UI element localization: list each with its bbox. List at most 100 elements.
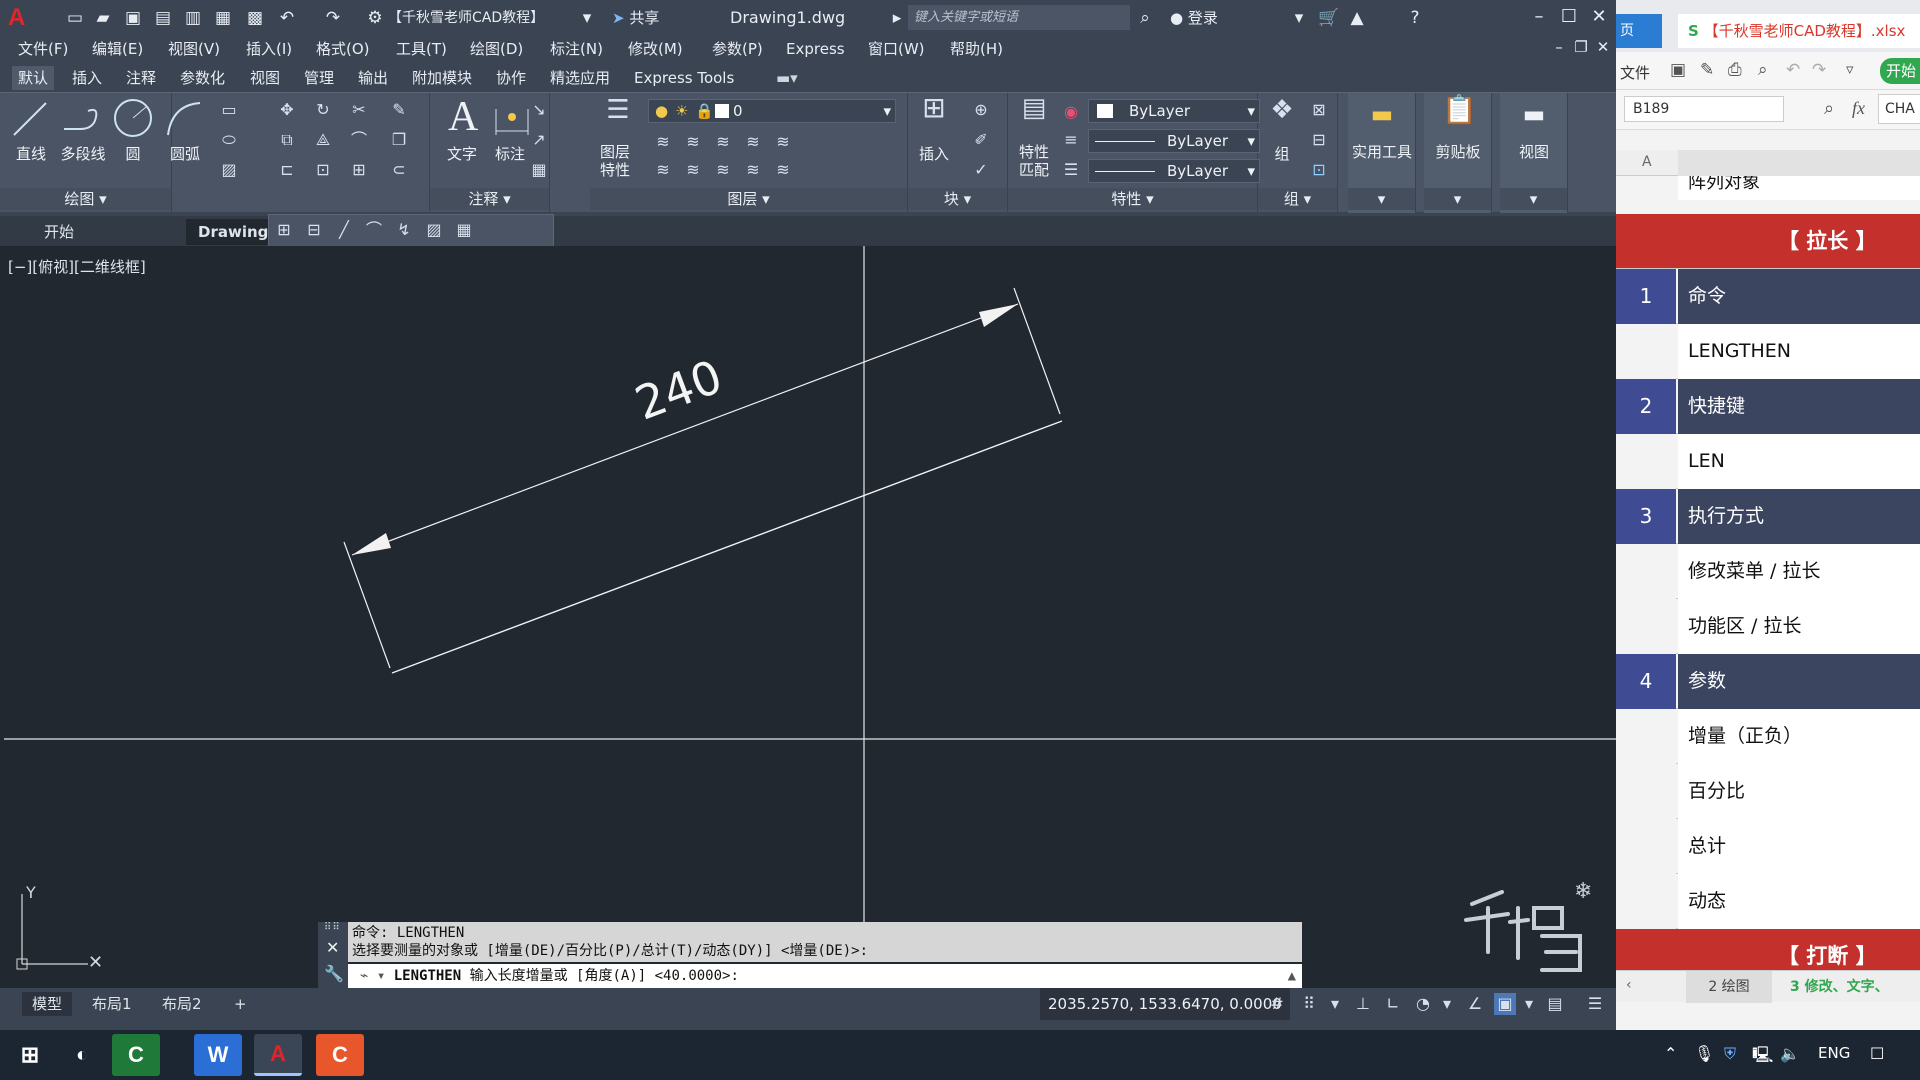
match-properties-icon[interactable]: ▤ bbox=[1014, 95, 1054, 137]
sheet-tab-modify[interactable]: 3 修改、文字、 bbox=[1782, 971, 1889, 1003]
text-tool-label[interactable]: 文字 bbox=[442, 143, 482, 164]
table-icon[interactable]: ▦ bbox=[528, 159, 550, 181]
gear-icon[interactable]: ⚙ bbox=[364, 7, 386, 29]
erase-icon[interactable]: ✎ bbox=[388, 99, 410, 121]
chevron-down-icon[interactable]: ▾ bbox=[1518, 993, 1540, 1015]
offset-icon[interactable]: ⊂ bbox=[388, 159, 410, 181]
menu-parametric[interactable]: 参数(P) bbox=[712, 37, 763, 61]
command-input[interactable]: ⌁ ▾ LENGTHEN 输入长度增量或 [角度(A)] <40.0000>: … bbox=[348, 964, 1302, 988]
arc-tool-label[interactable]: 圆弧 bbox=[162, 143, 208, 164]
ungroup-icon[interactable]: ⊠ bbox=[1308, 99, 1330, 121]
cart-icon[interactable]: 🛒 bbox=[1318, 7, 1340, 29]
text-icon[interactable]: A bbox=[448, 93, 478, 141]
tab-addins[interactable]: 附加模块 bbox=[406, 66, 478, 90]
doc-close-button[interactable]: ✕ bbox=[1588, 34, 1618, 60]
menu-modify[interactable]: 修改(M) bbox=[628, 37, 683, 61]
menu-tools[interactable]: 工具(T) bbox=[396, 37, 447, 61]
clipboard-panel[interactable]: 📋 剪贴板 ▾ bbox=[1424, 93, 1492, 213]
undo-icon[interactable]: ↶ bbox=[276, 7, 298, 29]
wps-icon[interactable]: W bbox=[194, 1034, 242, 1076]
tab-model[interactable]: 模型 bbox=[22, 992, 73, 1016]
layer-properties-label[interactable]: 图层 特性 bbox=[594, 143, 636, 179]
lineweight-icon[interactable]: ≡ bbox=[1060, 129, 1082, 151]
draw-panel-title[interactable]: 绘图 ▾ bbox=[0, 188, 171, 210]
group-tool-label[interactable]: 组 bbox=[1264, 143, 1300, 164]
table-row[interactable]: LENGTHEN bbox=[1616, 324, 1920, 379]
line-tool-label[interactable]: 直线 bbox=[8, 143, 54, 164]
network-icon[interactable]: 🖳 bbox=[1752, 1044, 1773, 1071]
modify-tool-icon[interactable]: ▨ bbox=[423, 219, 445, 241]
save-web-icon[interactable]: ▦ bbox=[212, 7, 234, 29]
rectangle-icon[interactable]: ▭ bbox=[218, 99, 240, 121]
edit-block-icon[interactable]: ✐ bbox=[970, 129, 992, 151]
maximize-button[interactable]: ☐ bbox=[1554, 4, 1584, 30]
insert-tool-label[interactable]: 插入 bbox=[912, 143, 956, 164]
row-text-cell[interactable]: 功能区 / 拉长 bbox=[1678, 599, 1920, 654]
row-text-cell[interactable]: 快捷键 bbox=[1678, 379, 1920, 434]
match-properties-label[interactable]: 特性 匹配 bbox=[1012, 143, 1056, 179]
group-select-icon[interactable]: ⊡ bbox=[1308, 159, 1330, 181]
clipboard-expand[interactable]: ▾ bbox=[1424, 188, 1491, 210]
row-number-cell[interactable]: 3 bbox=[1616, 489, 1676, 544]
chevron-up-icon[interactable]: ⌃ bbox=[1664, 1044, 1677, 1063]
wrench-icon[interactable]: 🔧 bbox=[324, 964, 344, 983]
table-row[interactable]: 修改菜单 / 拉长 bbox=[1616, 544, 1920, 599]
utilities-panel[interactable]: ▬ 实用工具 ▾ bbox=[1348, 93, 1416, 213]
line-icon[interactable] bbox=[10, 99, 50, 139]
search-input[interactable]: 键入关键字或短语 bbox=[908, 5, 1130, 30]
close-button[interactable]: ✕ bbox=[1584, 4, 1614, 30]
menu-draw[interactable]: 绘图(D) bbox=[470, 37, 523, 61]
row-text-cell[interactable]: LENGTHEN bbox=[1678, 324, 1920, 379]
cell-reference-box[interactable]: B189 bbox=[1624, 96, 1784, 122]
annotation-panel-title[interactable]: 注释 ▾ bbox=[430, 188, 549, 210]
volume-icon[interactable]: 🔈 bbox=[1780, 1044, 1800, 1063]
dimension-tool-label[interactable]: 标注 bbox=[490, 143, 530, 164]
column-b-header[interactable] bbox=[1678, 150, 1920, 176]
dimension-icon[interactable] bbox=[492, 99, 532, 137]
isodraft-icon[interactable]: ∠ bbox=[1464, 993, 1486, 1015]
search-icon[interactable]: ⌕ bbox=[1134, 7, 1156, 29]
tab-express-tools[interactable]: Express Tools bbox=[628, 66, 740, 90]
row-text-cell[interactable]: 执行方式 bbox=[1678, 489, 1920, 544]
grip-icon[interactable]: ⠿⠿ bbox=[324, 922, 341, 933]
column-a-header[interactable]: A bbox=[1642, 154, 1652, 170]
grid-icon[interactable]: # bbox=[1266, 993, 1288, 1015]
tab-insert[interactable]: 插入 bbox=[66, 66, 108, 90]
row-text-cell[interactable]: 总计 bbox=[1678, 819, 1920, 874]
open-folder-icon[interactable]: ▰ bbox=[92, 7, 114, 29]
formula-input[interactable]: CHA bbox=[1878, 94, 1920, 124]
help-icon[interactable]: ? bbox=[1404, 7, 1426, 29]
tab-start[interactable]: 开始 bbox=[32, 219, 86, 245]
lineweight-toggle-icon[interactable]: ▤ bbox=[1544, 993, 1566, 1015]
table-row[interactable]: 2 快捷键 bbox=[1616, 379, 1920, 434]
infer-constraints-icon[interactable]: ⊥ bbox=[1352, 993, 1374, 1015]
zoom-search-icon[interactable]: ⌕ bbox=[1824, 98, 1834, 119]
ellipse-icon[interactable]: ⬭ bbox=[218, 129, 240, 151]
save-icon[interactable]: ▣ bbox=[122, 7, 144, 29]
minimize-button[interactable]: – bbox=[1524, 4, 1554, 30]
partial-cell[interactable]: 阵列对象 bbox=[1678, 176, 1920, 200]
object-snap-icon[interactable]: ▣ bbox=[1494, 993, 1516, 1015]
tab-manage[interactable]: 管理 bbox=[298, 66, 340, 90]
modify-tool-icon[interactable]: ⌒ bbox=[363, 219, 385, 241]
open-web-icon[interactable]: ▥ bbox=[182, 7, 204, 29]
row-number-cell[interactable] bbox=[1616, 434, 1676, 489]
row-number-cell[interactable] bbox=[1616, 764, 1676, 819]
history-toggle-icon[interactable]: ▲ bbox=[1288, 964, 1296, 988]
table-row[interactable]: 动态 bbox=[1616, 874, 1920, 929]
row-text-cell[interactable]: 增量（正负） bbox=[1678, 709, 1920, 764]
new-file-icon[interactable]: ▭ bbox=[64, 7, 86, 29]
trim-icon[interactable]: ✂ bbox=[348, 99, 370, 121]
autocad-logo-icon[interactable]: A bbox=[8, 4, 25, 32]
autocad-taskbar-icon[interactable]: A bbox=[254, 1034, 302, 1076]
tab-view[interactable]: 视图 bbox=[244, 66, 286, 90]
row-number-cell[interactable] bbox=[1616, 214, 1676, 269]
create-block-icon[interactable]: ⊕ bbox=[970, 99, 992, 121]
redo-icon[interactable]: ↷ bbox=[1812, 60, 1826, 80]
chevron-down-icon[interactable]: ▿ bbox=[1846, 60, 1854, 78]
row-number-cell[interactable] bbox=[1616, 544, 1676, 599]
mirror-icon[interactable]: ⟁ bbox=[312, 129, 334, 151]
copy-icon[interactable]: ⧉ bbox=[276, 129, 298, 151]
menu-window[interactable]: 窗口(W) bbox=[868, 37, 925, 61]
linetype-icon[interactable]: ☰ bbox=[1060, 159, 1082, 181]
